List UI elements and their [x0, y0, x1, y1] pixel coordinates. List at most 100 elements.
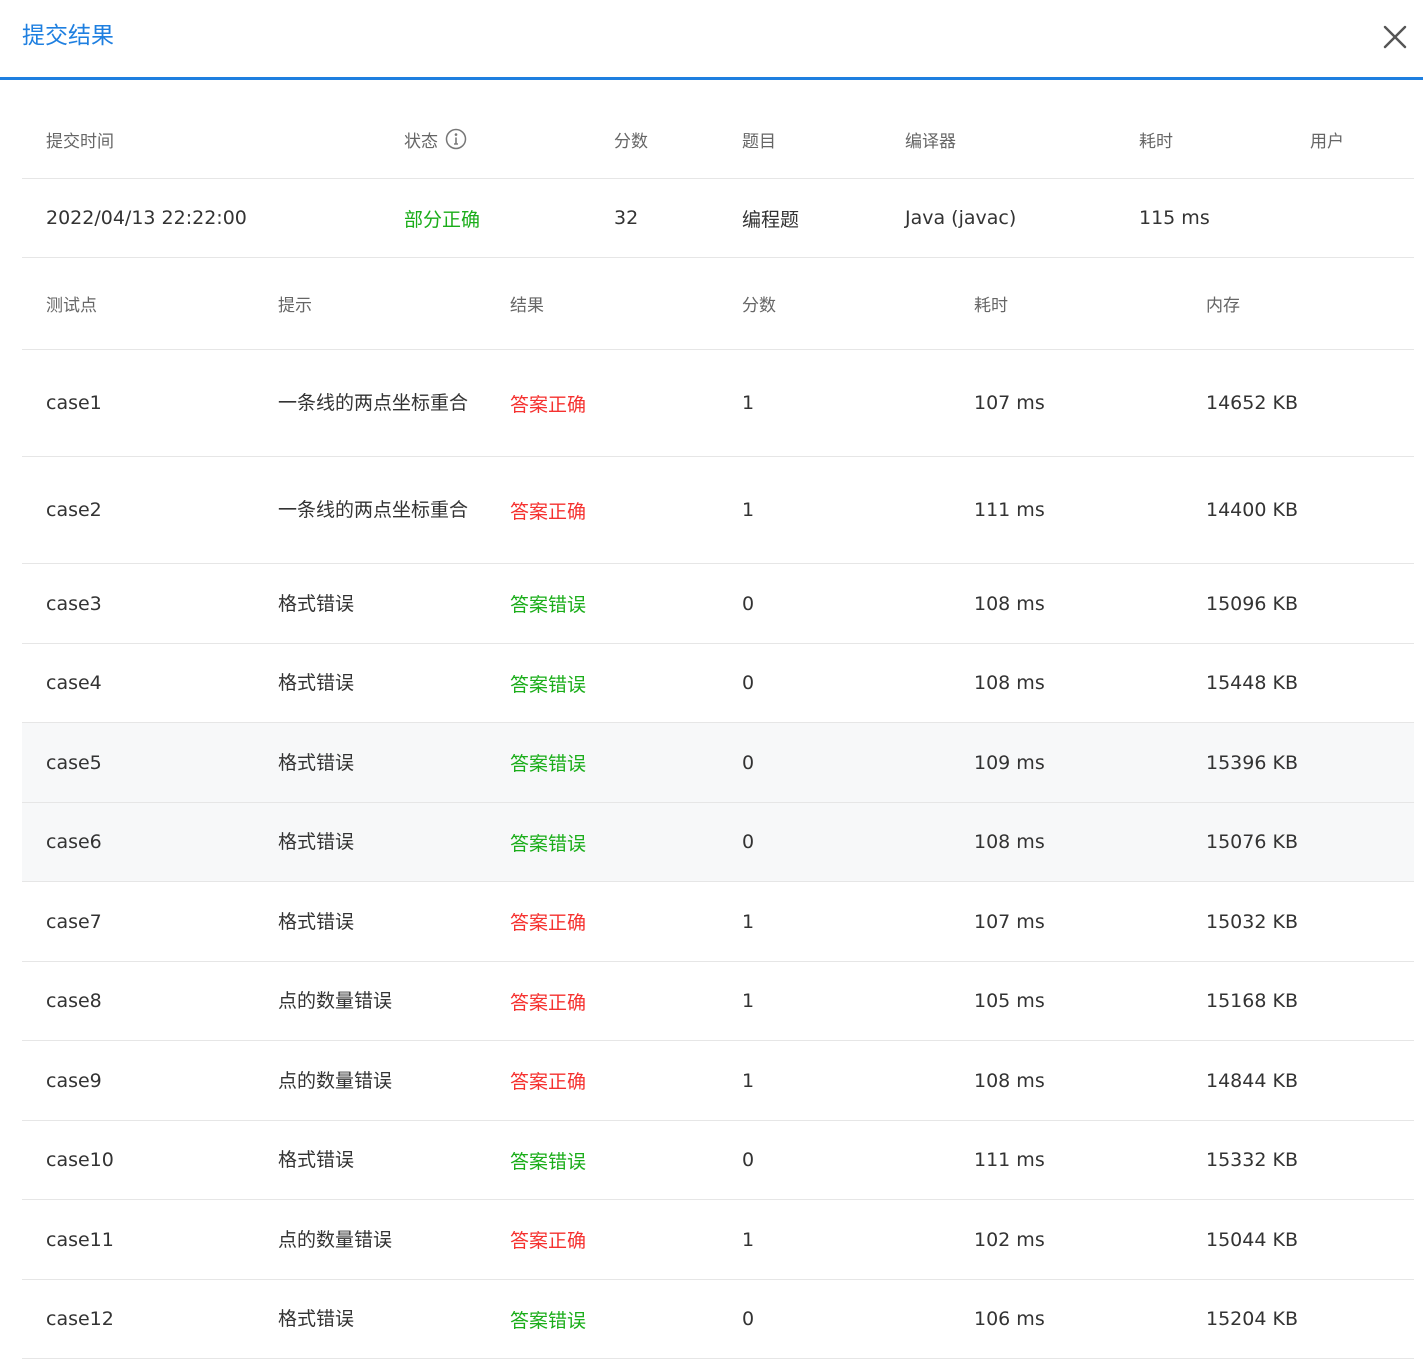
case-result-text: 答案错误: [510, 1309, 587, 1332]
case-score-text: 1: [742, 392, 755, 414]
case-hint-text: 格式错误: [278, 1149, 355, 1171]
table-row: case5 格式错误 答案错误 0 109 ms 15396 KB: [22, 723, 1414, 803]
dialog-title: 提交结果: [22, 23, 114, 49]
case-point-text: case5: [46, 751, 102, 774]
case-duration-text: 109 ms: [974, 751, 1045, 774]
case-point: case5: [46, 723, 102, 802]
case-duration: 109 ms: [974, 723, 1045, 802]
case-result: 答案错误: [510, 644, 586, 722]
info-icon[interactable]: [445, 128, 467, 150]
case-hint-text: 格式错误: [278, 1308, 355, 1330]
table-row: case7 格式错误 答案正确 1 107 ms 15032 KB: [22, 882, 1414, 962]
header-score: 分数: [614, 131, 648, 152]
case-point: case6: [46, 803, 102, 881]
case-result: 答案正确: [510, 962, 586, 1040]
header-result: 结果: [510, 296, 544, 316]
table-row: case8 点的数量错误 答案正确 1 105 ms 15168 KB: [22, 962, 1414, 1041]
case-duration-text: 108 ms: [974, 1069, 1045, 1092]
case-point: case1: [46, 350, 102, 456]
case-hint-text: 格式错误: [278, 672, 355, 694]
table-row: case1 一条线的两点坐标重合 答案正确 1 107 ms 14652 KB: [22, 350, 1414, 457]
table-row: case12 格式错误 答案错误 0 106 ms 15204 KB: [22, 1280, 1414, 1359]
case-memory-text: 14844 KB: [1206, 1069, 1298, 1092]
case-score: 1: [742, 962, 754, 1040]
case-hint-text: 点的数量错误: [278, 1069, 393, 1092]
header-problem: 题目: [742, 131, 776, 152]
case-result: 答案正确: [510, 1200, 586, 1279]
case-hint: 格式错误: [278, 882, 468, 961]
case-hint: 格式错误: [278, 564, 468, 643]
header-test-point: 测试点: [46, 296, 97, 316]
case-score: 0: [742, 1280, 754, 1358]
case-hint: 格式错误: [278, 723, 468, 802]
case-hint: 格式错误: [278, 803, 468, 881]
case-hint: 一条线的两点坐标重合: [278, 457, 468, 563]
case-point-text: case9: [46, 1069, 102, 1092]
status-badge: 部分正确: [404, 208, 481, 231]
case-duration-text: 105 ms: [974, 990, 1045, 1012]
case-score-text: 0: [742, 672, 755, 694]
header-user: 用户: [1310, 131, 1344, 152]
case-memory-text: 15096 KB: [1206, 592, 1298, 615]
case-memory: 15168 KB: [1206, 962, 1298, 1040]
case-memory-text: 15032 KB: [1206, 910, 1298, 933]
case-hint: 点的数量错误: [278, 1041, 468, 1120]
case-result: 答案错误: [510, 1121, 586, 1199]
case-score: 0: [742, 803, 754, 881]
case-result-text: 答案正确: [510, 1230, 587, 1252]
case-result-text: 答案错误: [510, 594, 587, 616]
case-result: 答案错误: [510, 803, 586, 881]
case-memory-text: 15044 KB: [1206, 1228, 1298, 1251]
case-point: case9: [46, 1041, 102, 1120]
case-duration: 111 ms: [974, 457, 1045, 563]
case-duration: 106 ms: [974, 1280, 1045, 1358]
case-hint-text: 格式错误: [278, 910, 355, 933]
case-score-text: 0: [742, 751, 755, 774]
case-score: 0: [742, 644, 754, 722]
case-result-text: 答案错误: [510, 832, 587, 855]
case-memory-text: 14400 KB: [1206, 499, 1298, 521]
case-memory-text: 15396 KB: [1206, 751, 1298, 774]
case-point: case11: [46, 1200, 114, 1279]
case-score-text: 0: [742, 1149, 755, 1171]
case-memory-text: 15204 KB: [1206, 1308, 1298, 1330]
case-duration-text: 102 ms: [974, 1228, 1045, 1251]
case-score: 0: [742, 564, 754, 643]
case-result: 答案正确: [510, 457, 586, 563]
case-score: 0: [742, 1121, 754, 1199]
case-result-text: 答案正确: [510, 393, 587, 416]
case-result-text: 答案错误: [510, 753, 587, 775]
dialog-header: 提交结果: [0, 0, 1423, 80]
header-duration: 耗时: [1139, 131, 1173, 152]
case-score-text: 1: [742, 1228, 755, 1251]
submit-time: 2022/04/13 22:22:00: [46, 207, 247, 229]
table-row: case6 格式错误 答案错误 0 108 ms 15076 KB: [22, 803, 1414, 882]
case-memory: 15096 KB: [1206, 564, 1298, 643]
table-row: case2 一条线的两点坐标重合 答案正确 1 111 ms 14400 KB: [22, 457, 1414, 564]
case-duration: 102 ms: [974, 1200, 1045, 1279]
case-duration-text: 108 ms: [974, 831, 1045, 853]
case-duration: 107 ms: [974, 882, 1045, 961]
header-case-duration: 耗时: [974, 296, 1008, 316]
header-case-score: 分数: [742, 296, 776, 316]
case-hint-text: 格式错误: [278, 831, 355, 853]
case-memory: 15396 KB: [1206, 723, 1298, 802]
close-button[interactable]: [1378, 20, 1412, 54]
case-duration-text: 111 ms: [974, 499, 1045, 521]
table-row: case3 格式错误 答案错误 0 108 ms 15096 KB: [22, 564, 1414, 644]
case-score-text: 1: [742, 499, 755, 521]
close-icon: [1383, 25, 1407, 49]
compiler-name: Java (javac): [905, 207, 1017, 229]
case-point-text: case2: [46, 499, 102, 521]
case-point: case3: [46, 564, 102, 643]
case-point-text: case1: [46, 392, 102, 414]
case-result-text: 答案正确: [510, 500, 587, 523]
header-hint: 提示: [278, 296, 312, 316]
case-score: 1: [742, 1041, 754, 1120]
case-duration-text: 111 ms: [974, 1149, 1045, 1171]
case-point: case7: [46, 882, 102, 961]
case-hint: 一条线的两点坐标重合: [278, 350, 468, 456]
case-point-text: case7: [46, 910, 102, 933]
case-memory-text: 15076 KB: [1206, 831, 1298, 853]
case-memory-text: 14652 KB: [1206, 392, 1298, 414]
